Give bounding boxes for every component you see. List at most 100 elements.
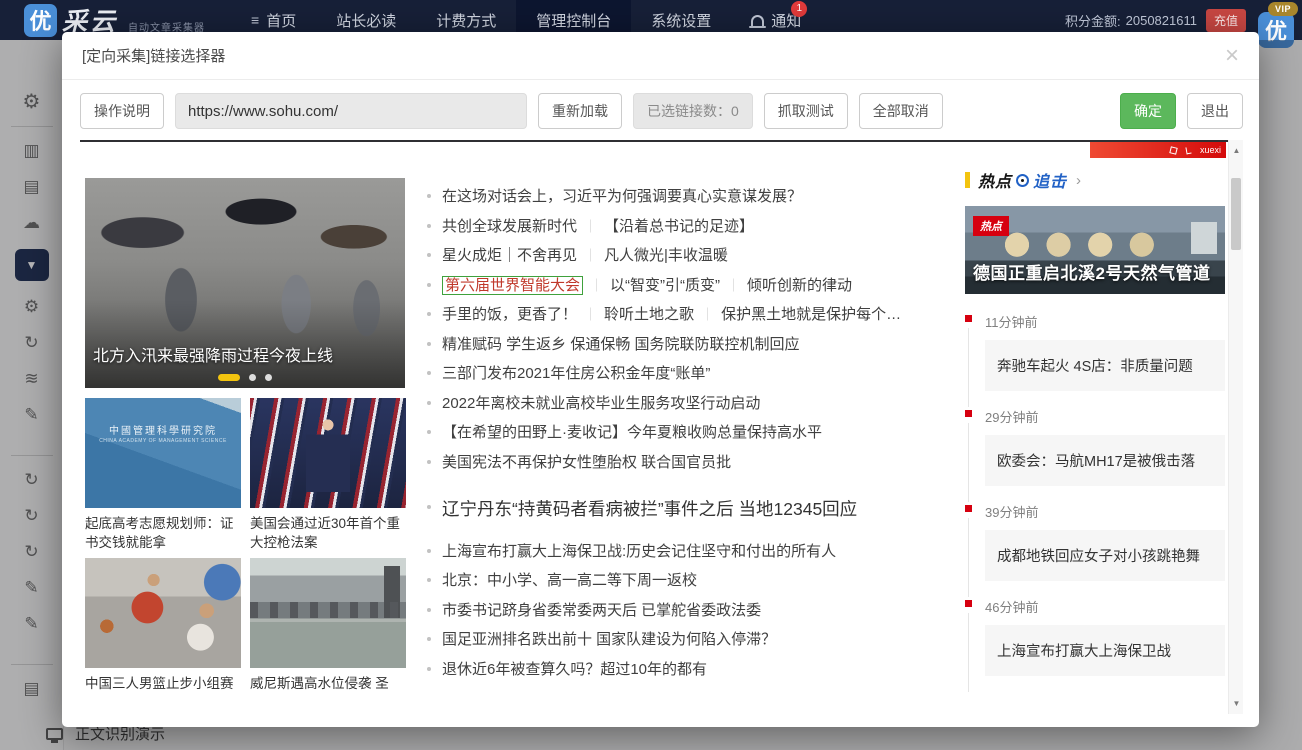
news-link[interactable]: 美国宪法不再保护女性堕胎权 联合国官员批: [425, 452, 955, 473]
dialog-toolbar: 操作说明 重新加载 已选链接数：0 抓取测试 全部取消 确定 退出: [62, 80, 1259, 129]
thumbnail-grid: 中國管理科學研究院 CHINA ACADEMY OF MANAGEMENT SC…: [85, 398, 407, 693]
timeline-time: 11分钟前: [985, 312, 1225, 331]
thumb-story[interactable]: 中国三人男篮止步小组赛: [85, 558, 241, 693]
thumb-caption[interactable]: 中国三人男篮止步小组赛: [85, 674, 241, 693]
scroll-up-icon[interactable]: ▲: [1229, 146, 1244, 155]
thumb-caption[interactable]: 威尼斯遇高水位侵袭 圣: [250, 674, 406, 693]
link-selector-dialog: [定向采集]链接选择器 × 操作说明 重新加载 已选链接数：0 抓取测试 全部取…: [62, 32, 1259, 727]
hot-title-blue: 追击: [1033, 168, 1067, 192]
timeline-connector: [968, 518, 969, 597]
news-link[interactable]: 国足亚洲排名跌出前十 国家队建设为何陷入停滞？: [425, 629, 955, 650]
news-link[interactable]: 市委书记跻身省委常委两天后 已掌舵省委政法委: [425, 600, 955, 621]
news-link-selected[interactable]: 第六届世界智能大会｜以“智变”引“质变”｜倾听创新的律动: [425, 275, 955, 296]
hot-tag: 热点: [973, 216, 1009, 236]
cancel-all-button[interactable]: 全部取消: [859, 93, 943, 129]
app-window: 优 采云 自动文章采集器 ≡ 首页 站长必读 计费方式 管理控制台 系统设置 通…: [0, 0, 1302, 750]
carousel-dots: [85, 374, 405, 381]
news-link[interactable]: 星火成炬｜不舍再见｜凡人微光|丰收温暖: [425, 245, 955, 266]
confirm-button[interactable]: 确定: [1120, 93, 1176, 129]
embedded-webpage: xuexi 北方入汛来最强降雨过程今夜上线 中國管理科學研究院: [80, 140, 1228, 714]
hot-topics-column: 热点 追击 › 热点 德国正重启北溪2号天然气管道 11分钟前 奔驰车起火 4S…: [965, 170, 1225, 692]
hero-carousel-image[interactable]: 北方入汛来最强降雨过程今夜上线: [85, 178, 405, 388]
news-link[interactable]: 北京：中小学、高一高二等下周一返校: [425, 570, 955, 591]
thumb-image-venice-flood[interactable]: [250, 558, 406, 668]
topbar-right: 积分金额: 2050821611 充值: [1065, 9, 1246, 32]
embedded-scrollbar[interactable]: ▲ ▼: [1228, 140, 1243, 714]
thumb-story[interactable]: 中國管理科學研究院 CHINA ACADEMY OF MANAGEMENT SC…: [85, 398, 241, 552]
promo-banner[interactable]: xuexi: [1090, 142, 1226, 158]
thumb-caption[interactable]: 起底高考志愿规划师：证书交钱就能拿: [85, 514, 241, 552]
thumb-story[interactable]: 威尼斯遇高水位侵袭 圣: [250, 558, 406, 693]
hot-card-gas-pipeline[interactable]: 热点 德国正重启北溪2号天然气管道: [965, 206, 1225, 294]
target-scope-icon: [1016, 174, 1029, 187]
url-input[interactable]: [175, 93, 527, 129]
news-link[interactable]: 精准赋码 学生返乡 保通保畅 国务院联防联控机制回应: [425, 334, 955, 355]
sign-text-cn: 中國管理科學研究院: [85, 422, 241, 437]
hero-caption[interactable]: 北方入汛来最强降雨过程今夜上线: [93, 342, 333, 366]
timeline-time: 29分钟前: [985, 407, 1225, 426]
timeline-item[interactable]: 11分钟前 奔驰车起火 4S店：非质量问题: [965, 312, 1225, 391]
thumb-image-basketball[interactable]: [85, 558, 241, 668]
thumb-image-us-congress[interactable]: [250, 398, 406, 508]
grab-test-button[interactable]: 抓取测试: [764, 93, 848, 129]
banner-mark: [1169, 146, 1177, 154]
hot-topics-header[interactable]: 热点 追击 ›: [965, 170, 1225, 190]
notification-badge: 1: [791, 1, 807, 17]
hot-card-caption[interactable]: 德国正重启北溪2号天然气管道: [973, 259, 1210, 284]
yellow-bar: [965, 172, 970, 188]
timeline-connector: [968, 423, 969, 502]
dialog-header: [定向采集]链接选择器 ×: [62, 32, 1259, 80]
chevron-right-icon[interactable]: ›: [1076, 172, 1081, 189]
selected-links-count: 已选链接数：0: [633, 93, 753, 129]
hot-title-black: 热点: [978, 168, 1012, 192]
thumb-caption[interactable]: 美国会通过近30年首个重大控枪法案: [250, 514, 406, 552]
dialog-title: [定向采集]链接选择器: [82, 45, 225, 66]
carousel-dot[interactable]: [249, 374, 256, 381]
timeline-time: 46分钟前: [985, 597, 1225, 616]
carousel-dot-active[interactable]: [218, 374, 240, 381]
thumb-story[interactable]: 美国会通过近30年首个重大控枪法案: [250, 398, 406, 552]
news-link[interactable]: 手里的饭，更香了！｜聆听土地之歌｜保护黑土地就是保护每个…: [425, 304, 955, 325]
exit-button[interactable]: 退出: [1187, 93, 1243, 129]
carousel-dot[interactable]: [265, 374, 272, 381]
site-header-edge: [80, 140, 1228, 142]
news-link[interactable]: 三部门发布2021年住房公积金年度“账单”: [425, 363, 955, 384]
hot-timeline: 11分钟前 奔驰车起火 4S店：非质量问题 29分钟前 欧委会：马航MH17是被…: [965, 312, 1225, 676]
timeline-time: 39分钟前: [985, 502, 1225, 521]
selected-link-highlight: 第六届世界智能大会: [442, 276, 583, 295]
hamburger-icon: ≡: [251, 12, 259, 28]
news-list: 在这场对话会上，习近平为何强调要真心实意谋发展？ 共创全球发展新时代｜【沿着总书…: [425, 186, 955, 688]
timeline-item[interactable]: 39分钟前 成都地铁回应女子对小孩跳艳舞: [965, 502, 1225, 581]
timeline-title[interactable]: 奔驰车起火 4S店：非质量问题: [985, 340, 1225, 391]
news-link-headline[interactable]: 辽宁丹东“持黄码者看病被拦”事件之后 当地12345回应: [425, 497, 955, 522]
thumb-image-academy-sign[interactable]: 中國管理科學研究院 CHINA ACADEMY OF MANAGEMENT SC…: [85, 398, 241, 508]
vip-badge: VIP: [1268, 2, 1298, 16]
credit-value: 2050821611: [1126, 13, 1197, 28]
timeline-connector: [968, 328, 969, 407]
credit-label: 积分金额:: [1065, 11, 1121, 30]
bell-icon: [751, 15, 764, 26]
scroll-down-icon[interactable]: ▼: [1229, 699, 1244, 708]
timeline-title[interactable]: 成都地铁回应女子对小孩跳艳舞: [985, 530, 1225, 581]
timeline-title[interactable]: 上海宣布打赢大上海保卫战: [985, 625, 1225, 676]
brand-logo-icon: 优: [24, 4, 57, 37]
banner-text: xuexi: [1200, 146, 1221, 155]
timeline-connector: [968, 613, 969, 692]
recharge-button[interactable]: 充值: [1206, 9, 1246, 32]
sign-text-en: CHINA ACADEMY OF MANAGEMENT SCIENCE: [85, 438, 241, 444]
news-link[interactable]: 2022年离校未就业高校毕业生服务攻坚行动启动: [425, 393, 955, 414]
reload-button[interactable]: 重新加载: [538, 93, 622, 129]
news-link[interactable]: 上海宣布打赢大上海保卫战:历史会记住坚守和付出的所有人: [425, 541, 955, 562]
scrollbar-thumb[interactable]: [1231, 178, 1241, 250]
timeline-item[interactable]: 29分钟前 欧委会：马航MH17是被俄击落: [965, 407, 1225, 486]
close-icon[interactable]: ×: [1225, 44, 1239, 68]
timeline-item[interactable]: 46分钟前 上海宣布打赢大上海保卫战: [965, 597, 1225, 676]
news-link[interactable]: 共创全球发展新时代｜【沿着总书记的足迹】: [425, 216, 955, 237]
news-link[interactable]: 【在希望的田野上·麦收记】今年夏粮收购总量保持高水平: [425, 422, 955, 443]
news-link[interactable]: 在这场对话会上，习近平为何强调要真心实意谋发展？: [425, 186, 955, 207]
news-link[interactable]: 退休近6年被查算久吗？超过10年的都有: [425, 659, 955, 680]
banner-mark: [1185, 146, 1191, 154]
timeline-title[interactable]: 欧委会：马航MH17是被俄击落: [985, 435, 1225, 486]
left-media-column: 北方入汛来最强降雨过程今夜上线 中國管理科學研究院 CHINA ACADEMY …: [85, 178, 407, 693]
help-button[interactable]: 操作说明: [80, 93, 164, 129]
